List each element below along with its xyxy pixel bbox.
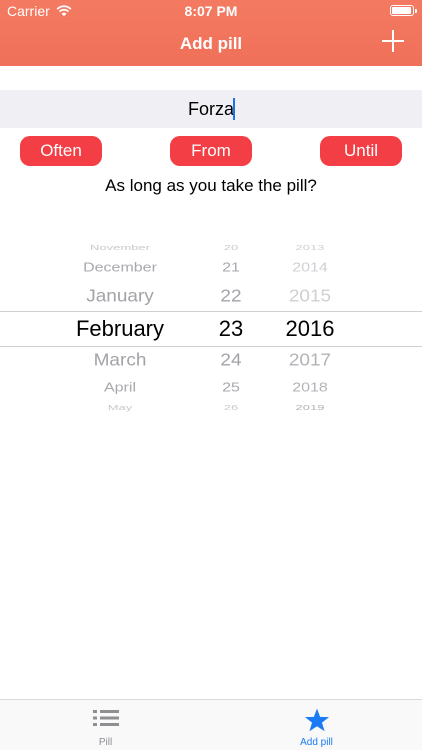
status-bar: Carrier 8:07 PM [0, 0, 422, 22]
month-option[interactable]: December [50, 261, 190, 276]
year-option[interactable]: 2014 [270, 261, 350, 276]
month-option[interactable]: January [50, 287, 190, 307]
status-time: 8:07 PM [184, 3, 238, 19]
selected-day[interactable]: 23 [201, 316, 261, 342]
day-option[interactable]: 25 [201, 381, 261, 396]
month-option[interactable]: May [50, 403, 190, 411]
day-option[interactable]: 22 [201, 287, 261, 307]
plus-icon[interactable] [382, 30, 404, 52]
day-option[interactable]: 20 [201, 243, 261, 251]
day-option[interactable]: 26 [201, 403, 261, 411]
month-option[interactable]: March [50, 351, 190, 371]
month-option[interactable]: April [50, 381, 190, 396]
tab-label: Add pill [300, 737, 333, 748]
day-option[interactable]: 21 [201, 261, 261, 276]
question-label: As long as you take the pill? [105, 176, 317, 195]
year-option[interactable]: 2019 [270, 403, 350, 411]
selected-year[interactable]: 2016 [270, 316, 350, 342]
month-option[interactable]: November [50, 243, 190, 251]
text-cursor [233, 98, 235, 120]
page-title: Add pill [179, 34, 243, 53]
date-picker[interactable]: November December January February March… [0, 236, 422, 418]
tab-label: Pill [98, 737, 113, 748]
tab-bar: Pill Add pill [0, 699, 422, 750]
until-button[interactable]: Until [320, 136, 402, 166]
year-option[interactable]: 2013 [270, 243, 350, 251]
from-button[interactable]: From [170, 136, 252, 166]
month-wheel[interactable]: November December January February March… [50, 236, 190, 418]
list-icon [0, 708, 211, 732]
day-wheel[interactable]: 20 21 22 23 24 25 26 [201, 236, 261, 418]
tab-pill[interactable]: Pill [0, 700, 211, 750]
year-option[interactable]: 2015 [270, 287, 350, 307]
battery-icon [390, 5, 417, 16]
pill-name-input[interactable] [0, 90, 422, 128]
tab-add-pill[interactable]: Add pill [211, 700, 422, 750]
year-option[interactable]: 2017 [270, 351, 350, 371]
year-option[interactable]: 2018 [270, 381, 350, 396]
selected-month[interactable]: February [50, 316, 190, 342]
day-option[interactable]: 24 [201, 351, 261, 371]
year-wheel[interactable]: 2013 2014 2015 2016 2017 2018 2019 [270, 236, 350, 418]
star-icon [211, 708, 422, 732]
often-button[interactable]: Often [20, 136, 102, 166]
nav-bar: Carrier 8:07 PM Add pill [0, 0, 422, 66]
